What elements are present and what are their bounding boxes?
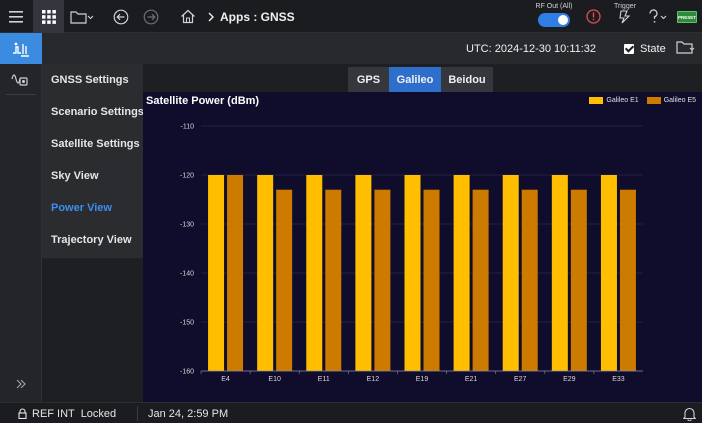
signal-generator-icon xyxy=(13,42,29,57)
x-tick-label: E12 xyxy=(367,376,380,383)
bar-e1-e29 xyxy=(551,175,568,371)
status-datetime: Jan 24, 2:59 PM xyxy=(148,407,229,420)
bar-e1-e19 xyxy=(404,175,421,371)
bar-e5-e10 xyxy=(276,189,293,371)
back-icon[interactable] xyxy=(110,0,132,33)
y-tick-label: -150 xyxy=(180,320,194,327)
x-tick-label: E4 xyxy=(221,376,230,383)
bell-icon[interactable] xyxy=(682,406,697,423)
top-toolbar: Apps : GNSS RF Out (All) Trigger PRESET xyxy=(0,0,702,33)
bar-e5-e21 xyxy=(472,189,489,371)
folder-icon[interactable] xyxy=(676,40,696,59)
y-tick-label: -130 xyxy=(180,222,194,229)
menu-item-power-view[interactable]: Power View xyxy=(42,192,143,224)
ref-status-text: REF INT Locked xyxy=(32,407,117,420)
trigger-icon xyxy=(619,10,631,24)
main-content: GPS Galileo Beidou Satellite Power (dBm)… xyxy=(143,64,702,402)
y-tick-label: -140 xyxy=(180,271,194,278)
help-icon[interactable] xyxy=(645,0,671,33)
y-tick-label: -120 xyxy=(180,173,194,180)
bar-e1-e33 xyxy=(600,175,617,371)
breadcrumb-text: Apps : GNSS xyxy=(220,9,295,24)
utc-clock: UTC: 2024-12-30 10:11:32 xyxy=(466,42,597,55)
forward-icon[interactable] xyxy=(140,0,162,33)
menu-item-trajectory-view[interactable]: Trajectory View xyxy=(42,224,143,256)
apps-grid-icon[interactable] xyxy=(33,0,64,33)
bar-e1-e11 xyxy=(306,175,323,371)
rf-out-control[interactable]: RF Out (All) xyxy=(531,3,577,32)
tab-beidou[interactable]: Beidou xyxy=(441,67,493,93)
bar-e5-e12 xyxy=(374,189,391,371)
menu-item-satellite-settings[interactable]: Satellite Settings xyxy=(42,128,143,160)
instrument-tab[interactable] xyxy=(0,33,42,64)
waveform-settings-icon[interactable] xyxy=(0,64,42,94)
x-tick-label: E33 xyxy=(612,376,625,383)
rf-out-toggle[interactable] xyxy=(538,13,570,27)
bar-e1-e4 xyxy=(208,175,225,371)
power-bar-chart: -110 -120 -130 -140 -150 -160 E4 E10 E11 E12 E19 E2… xyxy=(180,124,643,383)
menu-item-scenario-settings[interactable]: Scenario Settings xyxy=(42,96,144,128)
bar-e1-e10 xyxy=(257,175,274,371)
menu-item-sky-view[interactable]: Sky View xyxy=(42,160,143,192)
trigger-label: Trigger xyxy=(614,3,636,10)
alert-icon[interactable] xyxy=(582,0,604,33)
x-tick-label: E21 xyxy=(465,376,478,383)
bar-e1-e27 xyxy=(502,175,519,371)
menu-item-gnss-settings[interactable]: GNSS Settings xyxy=(42,64,143,96)
lock-icon xyxy=(18,408,27,419)
x-tick-label: E10 xyxy=(268,376,281,383)
bar-e5-e19 xyxy=(423,189,440,371)
bar-e1-e12 xyxy=(355,175,372,371)
bar-e1-e21 xyxy=(453,175,470,371)
bar-e5-e27 xyxy=(521,189,538,371)
bar-e5-e4 xyxy=(227,175,244,371)
status-header-bar: UTC: 2024-12-30 10:11:32 State xyxy=(0,33,702,64)
state-label: State xyxy=(640,42,666,55)
trigger-control[interactable]: Trigger xyxy=(610,3,640,29)
status-bar: REF INT Locked Jan 24, 2:59 PM xyxy=(0,402,702,423)
left-rail xyxy=(0,64,42,402)
power-chart-panel: Satellite Power (dBm) Galileo E1 Galileo… xyxy=(143,92,702,402)
bar-e5-e11 xyxy=(325,189,342,371)
y-tick-label: -110 xyxy=(181,124,195,131)
chevron-right-icon xyxy=(208,12,214,21)
menu-icon[interactable] xyxy=(0,0,32,33)
folder-icon[interactable] xyxy=(66,0,98,33)
rail-divider xyxy=(6,94,36,95)
constellation-tabs: GPS Galileo Beidou xyxy=(348,67,493,93)
status-divider xyxy=(137,406,138,421)
x-tick-label: E29 xyxy=(563,376,576,383)
home-icon[interactable] xyxy=(177,0,199,33)
tab-gps[interactable]: GPS xyxy=(348,67,389,93)
breadcrumb: Apps : GNSS xyxy=(207,0,295,33)
tab-galileo[interactable]: Galileo xyxy=(389,67,441,93)
ref-status: REF INT Locked xyxy=(18,403,116,423)
x-tick-label: E27 xyxy=(514,376,527,383)
bar-e5-e29 xyxy=(570,189,587,371)
preset-button[interactable]: PRESET xyxy=(677,11,697,23)
bar-e5-e33 xyxy=(619,189,636,371)
rf-out-label: RF Out (All) xyxy=(535,3,573,10)
state-checkbox[interactable]: State xyxy=(624,33,666,64)
gnss-menu: GNSS Settings Scenario Settings Satellit… xyxy=(42,64,144,258)
x-tick-label: E19 xyxy=(416,376,429,383)
state-check-box[interactable] xyxy=(624,43,634,54)
y-tick-label: -160 xyxy=(180,369,194,376)
x-tick-label: E11 xyxy=(318,376,330,383)
expand-chevron-icon[interactable] xyxy=(0,369,42,399)
